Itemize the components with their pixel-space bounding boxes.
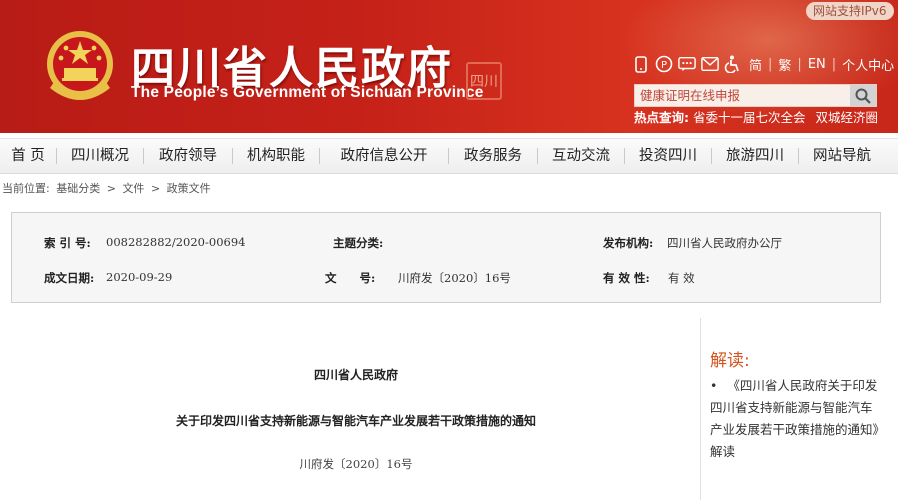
national-emblem-icon [47, 31, 113, 100]
breadcrumb-item[interactable]: 政策文件 [167, 182, 211, 195]
tools-separator: | [831, 56, 837, 72]
search-icon [855, 88, 871, 104]
article-title: 关于印发四川省支持新能源与智能汽车产业发展若干政策措施的通知 [175, 414, 536, 428]
date-value: 2020-09-29 [106, 270, 173, 284]
mail-icon[interactable] [701, 55, 719, 73]
document-info-box: 索 引 号: 008282882/2020-00694 主题分类: 发布机构: … [11, 212, 881, 303]
weibo-icon[interactable]: P [655, 55, 673, 73]
traditional-chinese-link[interactable]: 繁 [778, 55, 791, 74]
publisher-value: 四川省人民政府办公厅 [667, 236, 782, 250]
hot-search: 热点查询: 省委十一届七次全会 双城经济圈 [634, 107, 888, 126]
breadcrumb-prefix: 当前位置: [2, 182, 50, 195]
breadcrumb-sep: > [106, 182, 116, 195]
breadcrumb-item[interactable]: 基础分类 [56, 182, 100, 195]
nav-item-home[interactable]: 首 页 [0, 138, 56, 174]
english-link[interactable]: EN [808, 57, 826, 72]
mobile-icon[interactable] [632, 55, 650, 73]
site-header: 四川省人民政府 The People’s Government of Sichu… [0, 0, 898, 133]
personal-center-link[interactable]: 个人中心 [842, 55, 894, 74]
svg-text:P: P [661, 60, 667, 71]
interpretation-link[interactable]: • 《四川省人民政府关于印发四川省支持新能源与智能汽车产业发展若干政策措施的通知》… [710, 375, 880, 463]
nav-item-gov-leaders[interactable]: 政府领导 [144, 138, 232, 174]
nav-item-gov-services[interactable]: 政务服务 [449, 138, 537, 174]
main-nav: 首 页 四川概况 政府领导 机构职能 政府信息公开 政务服务 互动交流 投资四川… [0, 138, 898, 174]
nav-item-sichuan-overview[interactable]: 四川概况 [57, 138, 143, 174]
nav-item-interaction[interactable]: 互动交流 [538, 138, 624, 174]
hot-search-link[interactable]: 双城经济圈 [816, 107, 879, 126]
interpretation-link-text[interactable]: 《四川省人民政府关于印发四川省支持新能源与智能汽车产业发展若干政策措施的通知》解… [710, 378, 879, 459]
bullet-icon: • [710, 378, 718, 393]
nav-item-tourism[interactable]: 旅游四川 [712, 138, 798, 174]
index-label: 索 引 号: [44, 236, 91, 250]
search-box [634, 84, 877, 107]
breadcrumb: 当前位置: 基础分类 > 文件 > 政策文件 [2, 180, 214, 196]
accessibility-icon[interactable] [724, 55, 742, 73]
wechat-icon[interactable] [678, 55, 696, 73]
column-divider [700, 318, 701, 500]
search-button[interactable] [850, 85, 876, 106]
tools-separator: | [797, 56, 802, 72]
simplified-chinese-link[interactable]: 简 [749, 55, 762, 74]
nav-item-functions[interactable]: 机构职能 [233, 138, 319, 174]
article-doc-number: 川府发〔2020〕16号 [299, 457, 413, 471]
index-value: 008282882/2020-00694 [106, 235, 246, 249]
tools-separator: | [768, 56, 773, 72]
site-title-en: The People’s Government of Sichuan Provi… [131, 84, 484, 101]
article-body: 四川省人民政府 关于印发四川省支持新能源与智能汽车产业发展若干政策措施的通知 川… [11, 318, 701, 500]
ipv6-badge: 网站支持IPv6 [806, 2, 894, 20]
date-label: 成文日期: [44, 271, 95, 285]
nav-item-site-nav[interactable]: 网站导航 [799, 138, 885, 174]
interpretation-title: 解读: [710, 351, 750, 371]
validity-value: 有 效 [668, 271, 695, 285]
search-input[interactable] [635, 85, 850, 106]
hot-search-link[interactable]: 省委十一届七次全会 [693, 107, 806, 126]
doc-number-label: 文 号: [325, 271, 376, 285]
nav-item-info-disclosure[interactable]: 政府信息公开 [320, 138, 448, 174]
breadcrumb-sep: > [150, 182, 161, 195]
topic-label: 主题分类: [333, 236, 384, 250]
logo-seal: 四川 [466, 62, 502, 100]
breadcrumb-item[interactable]: 文件 [122, 182, 144, 195]
publisher-label: 发布机构: [603, 236, 654, 250]
doc-number-value: 川府发〔2020〕16号 [398, 271, 511, 285]
validity-label: 有 效 性: [603, 271, 650, 285]
nav-item-invest[interactable]: 投资四川 [625, 138, 711, 174]
article-issuer: 四川省人民政府 [313, 368, 398, 382]
hot-search-label: 热点查询: [634, 110, 689, 125]
header-tools: P 简 | 繁 | EN | 个人中心 [632, 53, 896, 75]
